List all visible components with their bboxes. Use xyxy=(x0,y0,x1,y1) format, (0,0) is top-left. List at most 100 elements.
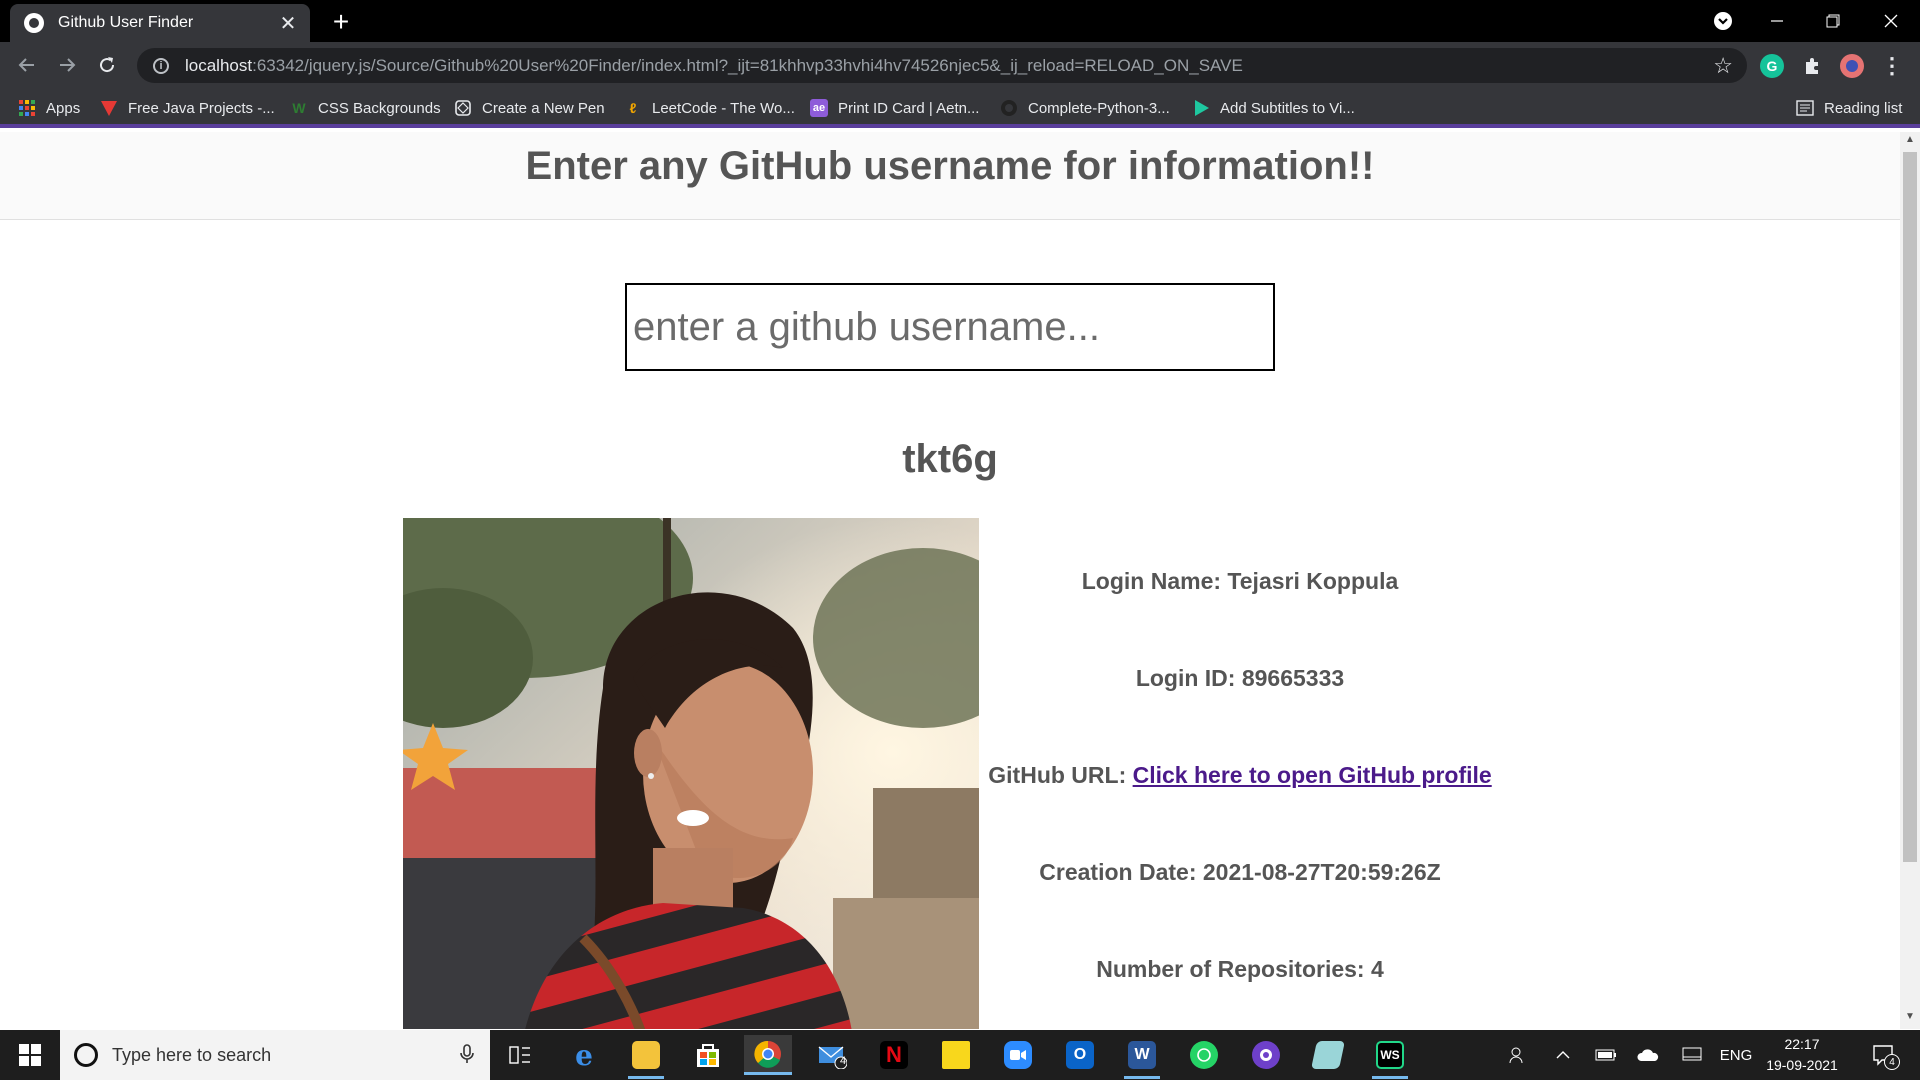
github-url-row: GitHub URL: Click here to open GitHub pr… xyxy=(980,756,1500,853)
windows-start-icon[interactable] xyxy=(0,1030,60,1080)
browser-menu-kebab-icon[interactable]: ⋮ xyxy=(1880,53,1904,78)
page-scrollbar[interactable]: ▲ ▼ xyxy=(1900,132,1920,1029)
extensions-puzzle-icon[interactable] xyxy=(1800,54,1824,78)
bookmark-free-java-projects[interactable]: Free Java Projects -... xyxy=(100,96,275,120)
grammarly-extension-icon[interactable]: G xyxy=(1760,54,1784,78)
outlook-app-icon[interactable]: O xyxy=(1056,1035,1104,1075)
github-desktop-icon[interactable] xyxy=(1242,1035,1290,1075)
site-info-icon[interactable]: i xyxy=(153,57,169,74)
login-name-row: Login Name: Tejasri Koppula xyxy=(980,562,1500,659)
bookmark-star-icon[interactable]: ☆ xyxy=(1713,53,1733,79)
mail-app-icon[interactable]: 4 xyxy=(808,1035,856,1075)
github-profile-link[interactable]: Click here to open GitHub profile xyxy=(1133,762,1492,788)
sticky-notes-icon[interactable] xyxy=(932,1035,980,1075)
browser-tab-active[interactable]: Github User Finder ✕ xyxy=(10,4,310,42)
notifications-icon[interactable]: 4 xyxy=(1862,1030,1906,1080)
show-hidden-icons-chevron-icon[interactable] xyxy=(1548,1030,1578,1080)
browser-toolbar: i localhost:63342/jquery.js/Source/Githu… xyxy=(0,42,1920,89)
onedrive-cloud-icon[interactable] xyxy=(1630,1030,1666,1080)
user-info-panel: Login Name: Tejasri Koppula Login ID: 89… xyxy=(980,562,1500,1029)
language-indicator[interactable]: ENG xyxy=(1714,1030,1758,1080)
restore-window-icon[interactable] xyxy=(1806,0,1860,42)
repositories-label: Number of Repositories: xyxy=(1096,956,1365,982)
display-icon[interactable] xyxy=(1674,1030,1710,1080)
github-icon xyxy=(1000,99,1018,117)
whatsapp-app-icon[interactable] xyxy=(1180,1035,1228,1075)
taskbar-search-placeholder: Type here to search xyxy=(112,1044,272,1065)
reading-list-button[interactable]: Reading list xyxy=(1796,96,1902,120)
creation-date-label: Creation Date: xyxy=(1039,859,1197,885)
close-tab-icon[interactable]: ✕ xyxy=(278,11,298,36)
username-heading: tkt6g xyxy=(902,437,998,481)
creation-date-row: Creation Date: 2021-08-27T20:59:26Z xyxy=(980,853,1500,950)
webstorm-app-icon[interactable]: WS xyxy=(1366,1035,1414,1079)
browser-tab-bar: Github User Finder ✕ + xyxy=(0,0,1920,42)
bookmark-css-backgrounds[interactable]: W CSS Backgrounds xyxy=(290,96,441,120)
tab-title: Github User Finder xyxy=(58,14,194,31)
bookmark-complete-python[interactable]: Complete-Python-3... xyxy=(1000,96,1170,120)
task-view-icon[interactable] xyxy=(496,1035,544,1075)
play-icon xyxy=(1192,99,1210,117)
chrome-browser-icon[interactable] xyxy=(744,1035,792,1075)
file-explorer-icon[interactable] xyxy=(622,1035,670,1079)
word-app-icon[interactable]: W xyxy=(1118,1035,1166,1079)
battery-icon[interactable] xyxy=(1588,1030,1624,1080)
bookmark-add-subtitles[interactable]: Add Subtitles to Vi... xyxy=(1192,96,1355,120)
system-clock[interactable]: 22:17 19-09-2021 xyxy=(1760,1034,1844,1076)
address-bar[interactable]: i localhost:63342/jquery.js/Source/Githu… xyxy=(137,48,1747,83)
login-id-label: Login ID: xyxy=(1135,665,1236,691)
bookmark-create-new-pen[interactable]: Create a New Pen xyxy=(454,96,605,120)
bookmark-label: LeetCode - The Wo... xyxy=(652,99,795,117)
scroll-down-arrow-icon[interactable]: ▼ xyxy=(1900,1011,1920,1027)
creation-date-value: 2021-08-27T20:59:26Z xyxy=(1202,859,1441,885)
login-id-value: 89665333 xyxy=(1241,665,1345,691)
people-icon[interactable] xyxy=(1500,1030,1536,1080)
new-tab-button[interactable]: + xyxy=(326,8,356,36)
microphone-icon[interactable] xyxy=(460,1044,474,1069)
bookmark-leetcode[interactable]: ℓ LeetCode - The Wo... xyxy=(624,96,795,120)
reading-list-label: Reading list xyxy=(1824,99,1903,117)
mail-badge-count: 4 xyxy=(840,1055,847,1067)
cortana-circle-icon xyxy=(74,1043,98,1067)
github-favicon-icon xyxy=(24,13,44,33)
back-arrow-icon[interactable] xyxy=(12,50,42,80)
profile-avatar-icon[interactable] xyxy=(1840,54,1864,78)
w-logo-icon: W xyxy=(292,100,306,116)
login-name-value: Tejasri Koppula xyxy=(1227,568,1399,594)
close-window-icon[interactable] xyxy=(1864,0,1918,42)
red-triangle-icon xyxy=(100,99,118,117)
scroll-up-arrow-icon[interactable]: ▲ xyxy=(1900,134,1920,150)
page-header: Enter any GitHub username for informatio… xyxy=(0,132,1900,220)
clock-date: 19-09-2021 xyxy=(1766,1057,1838,1073)
github-username-search-input[interactable] xyxy=(625,283,1275,371)
forward-arrow-icon[interactable] xyxy=(52,50,82,80)
taskbar-search-box[interactable]: Type here to search xyxy=(60,1030,490,1080)
leetcode-icon: ℓ xyxy=(629,100,637,116)
reload-icon[interactable] xyxy=(92,50,122,80)
tab-search-icon[interactable] xyxy=(1696,0,1750,42)
user-avatar-photo xyxy=(403,518,979,1029)
repositories-value: 4 xyxy=(1370,956,1384,982)
bookmarks-bar: Apps Free Java Projects -... W CSS Backg… xyxy=(0,89,1920,128)
clock-time: 22:17 xyxy=(1784,1036,1820,1052)
zoom-app-icon[interactable] xyxy=(994,1035,1042,1075)
login-id-row: Login ID: 89665333 xyxy=(980,659,1500,756)
login-name-label: Login Name: xyxy=(1081,568,1222,594)
repositories-row: Number of Repositories: 4 xyxy=(980,950,1500,1029)
edge-browser-icon[interactable]: e xyxy=(560,1035,608,1075)
notepad-app-icon[interactable] xyxy=(1304,1035,1352,1075)
netflix-app-icon[interactable]: N xyxy=(870,1035,918,1075)
bookmark-label: Add Subtitles to Vi... xyxy=(1220,99,1355,117)
page-title: Enter any GitHub username for informatio… xyxy=(525,144,1375,188)
bookmark-label: Create a New Pen xyxy=(482,99,605,117)
github-url-label: GitHub URL: xyxy=(988,762,1127,788)
microsoft-store-icon[interactable] xyxy=(684,1035,732,1075)
minimize-window-icon[interactable] xyxy=(1750,0,1804,42)
bookmark-apps[interactable]: Apps xyxy=(18,96,80,120)
url-host: localhost xyxy=(185,55,253,75)
bookmark-label: CSS Backgrounds xyxy=(318,99,441,117)
url-path: :63342/jquery.js/Source/Github%20User%20… xyxy=(252,55,1243,75)
bookmark-print-id-card[interactable]: ae Print ID Card | Aetn... xyxy=(810,96,979,120)
bookmark-label: Free Java Projects -... xyxy=(128,99,275,117)
scrollbar-thumb[interactable] xyxy=(1903,152,1917,862)
